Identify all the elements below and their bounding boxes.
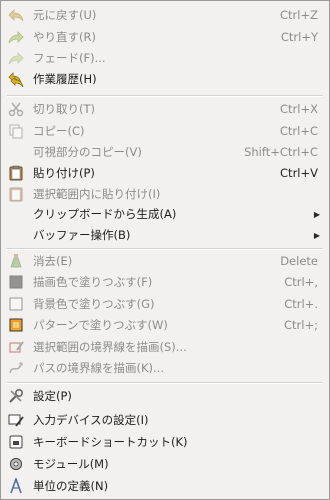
menu-item-label: パターンで塗りつぶす(W) [33,318,168,332]
menu-item-fill-pattern[interactable]: パターンで塗りつぶす(W) Ctrl+; [2,314,328,336]
menu-item-label: バッファー操作(B) [33,228,131,242]
menu-item-label: 元に戻す(U) [33,8,97,22]
preferences-icon [8,388,24,404]
menu-separator [7,382,323,384]
menu-item-label: コピー(C) [33,124,85,138]
menu-item-shortcut: Ctrl+. [284,297,318,311]
input-devices-icon [8,412,24,428]
fade-icon [8,50,24,66]
menu-item-label: キーボードショートカット(K) [33,435,188,449]
copy-icon [8,123,24,139]
menu-item-label: モジュール(M) [33,457,109,471]
menu-item-paste-into[interactable]: 選択範囲内に貼り付け(I) [2,183,328,205]
menu-item-redo[interactable]: やり直す(R) Ctrl+Y [2,26,328,48]
undo-icon [8,7,24,23]
menu-item-units[interactable]: 単位の定義(N) [2,475,328,497]
menu-item-copy-visible[interactable]: 可視部分のコピー(V) Shift+Ctrl+C [2,141,328,163]
blank-icon [8,144,24,160]
menu-item-label: フェード(F)... [33,51,106,65]
paste-into-icon [8,186,24,202]
fill-bg-icon [8,296,24,312]
menu-item-shortcut: Ctrl+C [279,124,318,138]
menu-separator [7,95,323,97]
history-icon [8,71,24,87]
menu-item-cut[interactable]: 切り取り(T) Ctrl+X [2,98,328,120]
menu-item-label: クリップボードから生成(A) [33,207,177,221]
menu-item-label: 切り取り(T) [33,102,95,116]
menu-item-shortcut: Ctrl+, [284,275,318,289]
blank-icon [8,227,24,243]
menu-item-label: 作業履歴(H) [33,72,97,86]
menu-item-label: 描画色で塗りつぶす(F) [33,275,153,289]
menu-item-paste-as[interactable]: クリップボードから生成(A) ▶ [2,203,328,225]
units-icon [8,478,24,494]
submenu-arrow-icon: ▶ [313,230,321,240]
blank-icon [8,206,24,222]
menu-item-label: 背景色で塗りつぶす(G) [33,297,155,311]
menu-item-stroke-path[interactable]: パスの境界線を描画(K)... [2,357,328,379]
menu-item-history[interactable]: 作業履歴(H) [2,68,328,90]
menu-item-undo[interactable]: 元に戻す(U) Ctrl+Z [2,4,328,26]
menu-item-shortcut: Ctrl+X [280,102,318,116]
modules-icon [8,456,24,472]
stroke-selection-icon [8,339,24,355]
menu-item-fill-bg[interactable]: 背景色で塗りつぶす(G) Ctrl+. [2,293,328,315]
menu-item-clear[interactable]: 消去(E) Delete [2,250,328,272]
submenu-arrow-icon: ▶ [313,209,321,219]
menu-item-keyboard-shortcuts[interactable]: キーボードショートカット(K) [2,431,328,453]
menu-item-label: パスの境界線を描画(K)... [33,361,164,375]
menu-item-label: 選択範囲の境界線を描画(S)... [33,340,187,354]
menu-item-label: 消去(E) [33,254,73,268]
menu-item-label: 可視部分のコピー(V) [33,145,142,159]
redo-icon [8,29,24,45]
menu-item-shortcut: Ctrl+; [284,318,318,332]
menu-item-shortcut: Ctrl+Y [280,30,318,44]
stroke-path-icon [8,360,24,376]
edit-menu: 元に戻す(U) Ctrl+Z やり直す(R) Ctrl+Y フェード(F)...… [0,0,330,500]
menu-item-label: 単位の定義(N) [33,479,109,493]
menu-item-shortcut: Ctrl+V [280,166,318,180]
menu-item-shortcut: Delete [280,254,318,268]
fill-fg-icon [8,274,24,290]
fill-pattern-icon [8,317,24,333]
cut-icon [8,101,24,117]
clear-icon [8,253,24,269]
menu-item-label: 設定(P) [33,389,72,403]
menu-item-fade[interactable]: フェード(F)... [2,47,328,69]
menu-item-paste[interactable]: 貼り付け(P) Ctrl+V [2,162,328,184]
menu-item-label: やり直す(R) [33,30,96,44]
menu-item-label: 選択範囲内に貼り付け(I) [33,187,161,201]
menu-item-shortcut: Ctrl+Z [280,8,318,22]
menu-item-preferences[interactable]: 設定(P) [2,385,328,407]
menu-item-input-devices[interactable]: 入力デバイスの設定(I) [2,409,328,431]
keyboard-icon [8,434,24,450]
menu-item-stroke-selection[interactable]: 選択範囲の境界線を描画(S)... [2,336,328,358]
menu-item-buffer[interactable]: バッファー操作(B) ▶ [2,224,328,246]
menu-item-modules[interactable]: モジュール(M) [2,453,328,475]
menu-item-label: 貼り付け(P) [33,166,95,180]
paste-icon [8,165,24,181]
menu-item-fill-fg[interactable]: 描画色で塗りつぶす(F) Ctrl+, [2,271,328,293]
menu-item-label: 入力デバイスの設定(I) [33,413,149,427]
menu-item-shortcut: Shift+Ctrl+C [244,145,318,159]
menu-item-copy[interactable]: コピー(C) Ctrl+C [2,120,328,142]
